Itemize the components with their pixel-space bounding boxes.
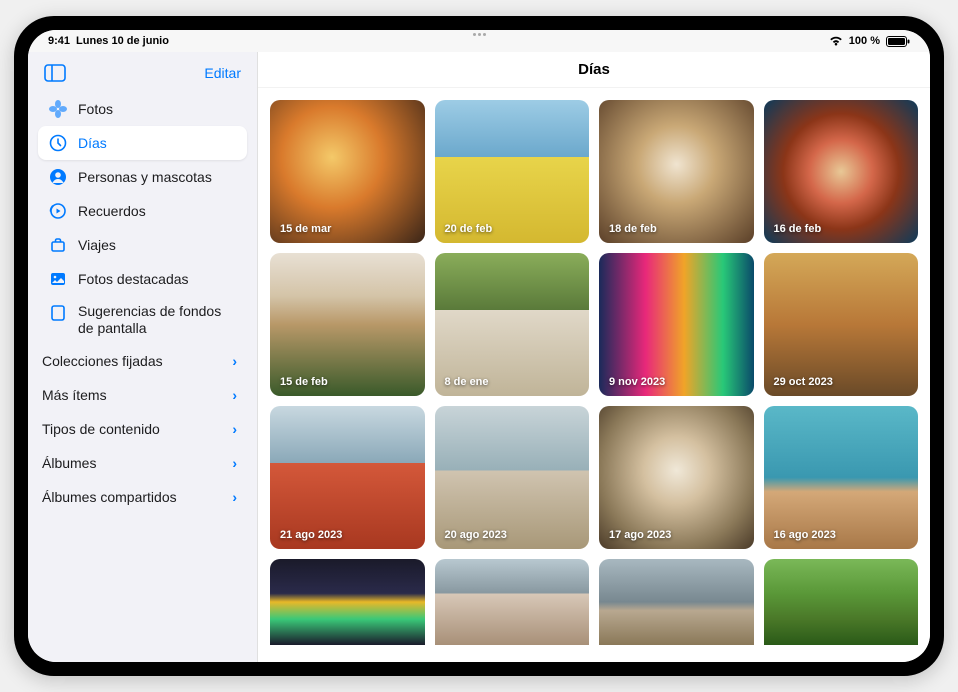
sidebar-item-label: Días [78, 135, 107, 151]
chevron-right-icon: › [232, 489, 237, 505]
tile-date: 15 de feb [280, 376, 328, 388]
status-bar: 9:41 Lunes 10 de junio 100 % [28, 30, 930, 52]
main-panel: Días 15 de mar 20 de feb 18 de feb 16 de… [258, 52, 930, 662]
day-tile[interactable]: 20 de feb [435, 100, 590, 243]
person-icon [48, 167, 68, 187]
tile-date: 17 ago 2023 [609, 529, 671, 541]
section-tipos[interactable]: Tipos de contenido › [38, 412, 247, 446]
sidebar-item-dias[interactable]: Días [38, 126, 247, 160]
photos-icon [48, 99, 68, 119]
ipad-frame: 9:41 Lunes 10 de junio 100 % [14, 16, 944, 676]
chevron-right-icon: › [232, 353, 237, 369]
wallpaper-icon [48, 303, 68, 323]
day-tile[interactable]: 21 ago 2023 [270, 406, 425, 549]
sidebar-item-viajes[interactable]: Viajes [38, 228, 247, 262]
section-mas-items[interactable]: Más ítems › [38, 378, 247, 412]
tile-date: 20 ago 2023 [445, 529, 507, 541]
section-label: Más ítems [42, 387, 107, 403]
sidebar-item-fotos[interactable]: Fotos [38, 92, 247, 126]
sidebar-item-personas[interactable]: Personas y mascotas [38, 160, 247, 194]
battery-label: 100 % [849, 35, 880, 47]
tile-date: 29 oct 2023 [774, 376, 833, 388]
section-albumes[interactable]: Álbumes › [38, 446, 247, 480]
section-label: Álbumes [42, 455, 96, 471]
chevron-right-icon: › [232, 387, 237, 403]
battery-icon [886, 36, 910, 47]
tile-date: 8 de ene [445, 376, 489, 388]
sidebar: Editar Fotos Días [28, 52, 258, 662]
suitcase-icon [48, 235, 68, 255]
day-tile[interactable]: 29 oct 2023 [764, 253, 919, 396]
day-tile[interactable] [764, 559, 919, 645]
sidebar-item-label: Recuerdos [78, 203, 146, 219]
tile-date: 9 nov 2023 [609, 376, 665, 388]
tile-date: 18 de feb [609, 223, 657, 235]
day-tile[interactable]: 15 de feb [270, 253, 425, 396]
clock-icon [48, 133, 68, 153]
screen: 9:41 Lunes 10 de junio 100 % [28, 30, 930, 662]
chevron-right-icon: › [232, 421, 237, 437]
day-tile[interactable]: 16 de feb [764, 100, 919, 243]
tile-date: 16 ago 2023 [774, 529, 836, 541]
sidebar-item-fondos[interactable]: Sugerencias de fondos de pantalla [38, 296, 247, 344]
day-tile[interactable]: 8 de ene [435, 253, 590, 396]
sidebar-item-recuerdos[interactable]: Recuerdos [38, 194, 247, 228]
day-tile[interactable]: 16 ago 2023 [764, 406, 919, 549]
day-tile[interactable] [270, 559, 425, 645]
sidebar-item-label: Viajes [78, 237, 116, 253]
sidebar-item-label: Sugerencias de fondos de pantalla [78, 303, 237, 337]
edit-button[interactable]: Editar [204, 65, 241, 81]
day-tile[interactable]: 18 de feb [599, 100, 754, 243]
day-tile[interactable] [435, 559, 590, 645]
section-colecciones[interactable]: Colecciones fijadas › [38, 344, 247, 378]
chevron-right-icon: › [232, 455, 237, 471]
sidebar-item-destacadas[interactable]: Fotos destacadas [38, 262, 247, 296]
camera-notch [464, 33, 494, 37]
sidebar-toggle-icon[interactable] [44, 64, 66, 82]
day-tile[interactable]: 9 nov 2023 [599, 253, 754, 396]
photo-grid-container[interactable]: 15 de mar 20 de feb 18 de feb 16 de feb … [258, 88, 930, 662]
memories-icon [48, 201, 68, 221]
wifi-icon [829, 36, 843, 46]
section-label: Tipos de contenido [42, 421, 160, 437]
tile-date: 21 ago 2023 [280, 529, 342, 541]
sidebar-item-label: Fotos [78, 101, 113, 117]
day-tile[interactable]: 17 ago 2023 [599, 406, 754, 549]
tile-date: 15 de mar [280, 223, 331, 235]
day-tile[interactable] [599, 559, 754, 645]
tile-date: 16 de feb [774, 223, 822, 235]
status-date: Lunes 10 de junio [76, 35, 169, 47]
status-time: 9:41 [48, 35, 70, 47]
content-area: Editar Fotos Días [28, 52, 930, 662]
main-title: Días [258, 52, 930, 88]
day-tile[interactable]: 15 de mar [270, 100, 425, 243]
section-label: Colecciones fijadas [42, 353, 163, 369]
featured-icon [48, 269, 68, 289]
photo-grid: 15 de mar 20 de feb 18 de feb 16 de feb … [270, 100, 918, 645]
day-tile[interactable]: 20 ago 2023 [435, 406, 590, 549]
sidebar-item-label: Fotos destacadas [78, 271, 189, 287]
tile-date: 20 de feb [445, 223, 493, 235]
section-label: Álbumes compartidos [42, 489, 177, 505]
section-albumes-compartidos[interactable]: Álbumes compartidos › [38, 480, 247, 514]
sidebar-item-label: Personas y mascotas [78, 169, 212, 185]
